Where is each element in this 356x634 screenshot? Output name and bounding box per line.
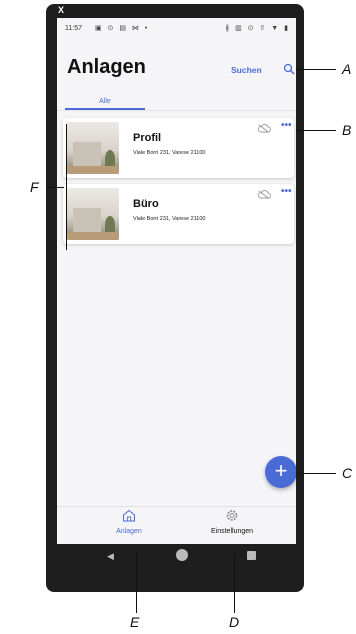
callout-f: F	[30, 179, 39, 195]
plant-thumbnail	[67, 188, 119, 240]
callout-bracket-f	[66, 124, 67, 250]
more-options-icon[interactable]: •••	[281, 121, 292, 131]
notification-icons: ▣ ⊙ ▤ ⋈ •	[95, 25, 150, 32]
cloud-icon	[257, 124, 271, 133]
gear-icon	[226, 510, 238, 521]
plant-name: Profil	[133, 132, 162, 144]
tab-all[interactable]: Alle	[65, 98, 145, 105]
callout-c: C	[342, 465, 353, 481]
plant-address: Viale Borri 231, Varese 21100	[133, 216, 206, 222]
bottom-navigation: Anlagen Einstellungen	[57, 506, 296, 545]
plant-address: Viale Borri 231, Varese 21100	[133, 150, 206, 156]
callout-b: B	[342, 122, 352, 138]
status-time: 11:57	[65, 25, 82, 32]
callout-line-f	[46, 187, 64, 188]
callout-line-c	[300, 473, 336, 474]
nav-label: Einstellungen	[210, 528, 254, 535]
callout-a: A	[342, 61, 352, 77]
nav-item-einstellungen[interactable]: Einstellungen	[197, 509, 267, 535]
cloud-icon	[257, 190, 271, 199]
app-screen: 11:57 ▣ ⊙ ▤ ⋈ • ∦ ▥ ⊙ ⇧ ▼ ▮ Anlagen Such…	[57, 18, 296, 568]
search-button[interactable]: Suchen	[231, 65, 262, 75]
callout-line-b	[296, 130, 336, 131]
nav-item-anlagen[interactable]: Anlagen	[101, 509, 157, 535]
callout-line-a	[296, 69, 336, 70]
recents-icon[interactable]	[247, 551, 256, 560]
android-navigation-bar: ◀	[57, 544, 296, 568]
back-icon[interactable]: ◀	[107, 551, 114, 562]
status-bar: 11:57 ▣ ⊙ ▤ ⋈ • ∦ ▥ ⊙ ⇧ ▼ ▮	[57, 18, 296, 40]
callout-d: D	[229, 614, 240, 630]
add-plant-button[interactable]: +	[265, 456, 296, 488]
tab-divider	[57, 110, 296, 111]
page-title: Anlagen	[67, 56, 146, 78]
system-icons: ∦ ▥ ⊙ ⇧ ▼ ▮	[225, 25, 290, 32]
search-icon[interactable]	[283, 63, 295, 75]
plant-card-profil[interactable]: Profil Viale Borri 231, Varese 21100 •••	[63, 118, 294, 178]
callout-line-d	[234, 553, 235, 613]
home-button-icon[interactable]	[176, 549, 188, 561]
nav-label: Anlagen	[116, 528, 142, 535]
more-options-icon[interactable]: •••	[281, 187, 292, 197]
callout-e: E	[130, 614, 140, 630]
plant-name: Büro	[133, 198, 159, 210]
home-icon	[123, 509, 135, 522]
plant-thumbnail	[67, 122, 119, 174]
plant-card-buero[interactable]: Büro Viale Borri 231, Varese 21100 •••	[63, 184, 294, 244]
close-icon[interactable]: X	[58, 5, 74, 15]
callout-line-e	[136, 553, 137, 613]
